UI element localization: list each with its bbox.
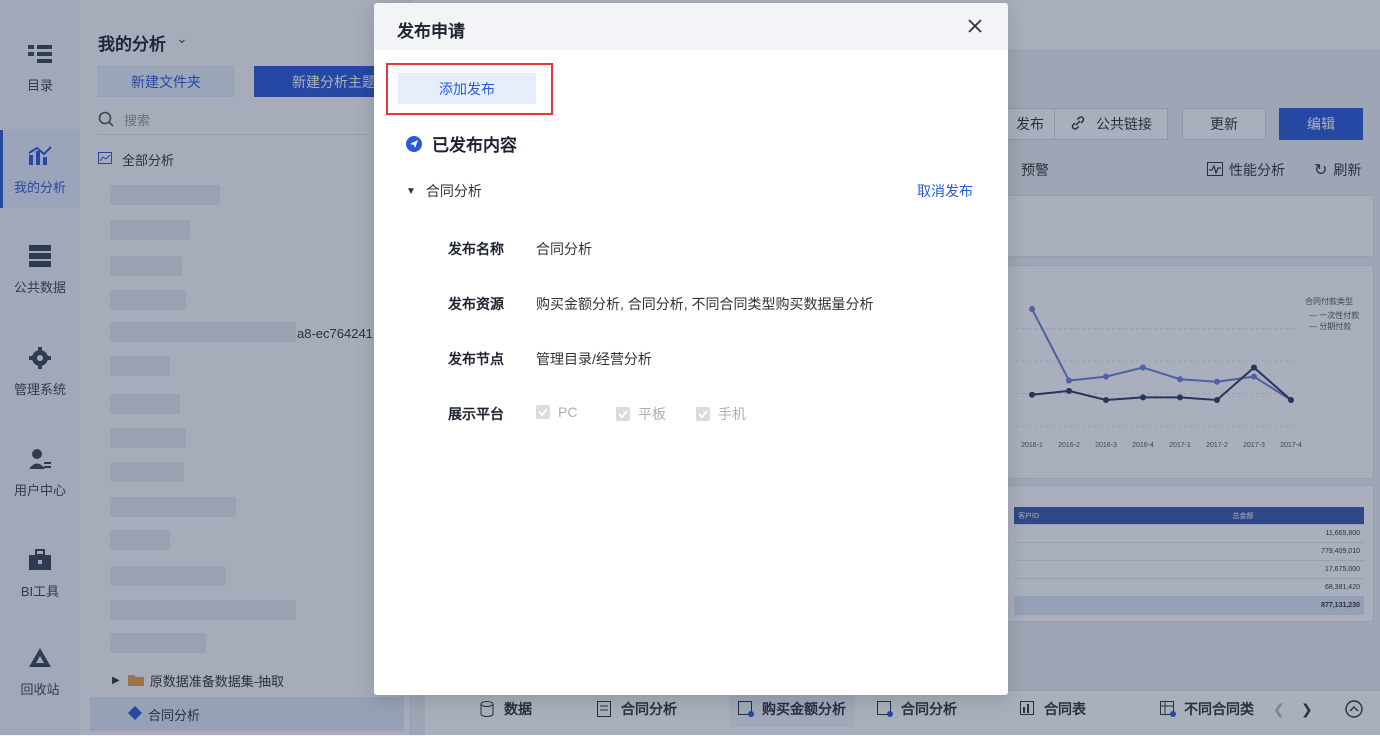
check-icon <box>536 405 550 419</box>
check-icon <box>696 407 710 421</box>
add-publish-button[interactable]: 添加发布 <box>398 73 536 104</box>
section-title-label: 已发布内容 <box>432 136 517 155</box>
close-icon[interactable] <box>966 17 984 35</box>
field-label-name: 发布名称 <box>448 241 504 257</box>
platform-checkbox-mobile: 手机 <box>696 404 746 424</box>
cancel-publish-link[interactable]: 取消发布 <box>917 181 973 201</box>
platform-checkbox-tablet: 平板 <box>616 404 666 424</box>
section-title: 已发布内容 <box>406 131 517 156</box>
check-icon <box>616 407 630 421</box>
field-value-name: 合同分析 <box>536 241 592 257</box>
publish-dialog: 发布申请 添加发布 已发布内容 ▼ 合同分析 取消发布 发布名称 合同分析 发布… <box>374 3 1008 695</box>
field-label-resource: 发布资源 <box>448 296 504 312</box>
platform-label: 平板 <box>638 406 666 422</box>
send-icon <box>406 135 422 152</box>
field-label-node: 发布节点 <box>448 351 504 367</box>
field-value-resource: 购买金额分析, 合同分析, 不同合同类型购买数据量分析 <box>536 296 874 312</box>
platform-label: PC <box>558 404 578 420</box>
dialog-title: 发布申请 <box>397 22 465 41</box>
group-name: 合同分析 <box>425 183 482 199</box>
published-group[interactable]: ▼ 合同分析 <box>406 181 974 201</box>
dialog-header: 发布申请 <box>374 3 1008 50</box>
platform-checkbox-pc: PC <box>536 404 577 420</box>
field-label-platform: 展示平台 <box>448 406 504 422</box>
platform-label: 手机 <box>718 406 746 422</box>
caret-down-icon: ▼ <box>406 185 416 197</box>
field-value-node: 管理目录/经营分析 <box>536 351 652 367</box>
